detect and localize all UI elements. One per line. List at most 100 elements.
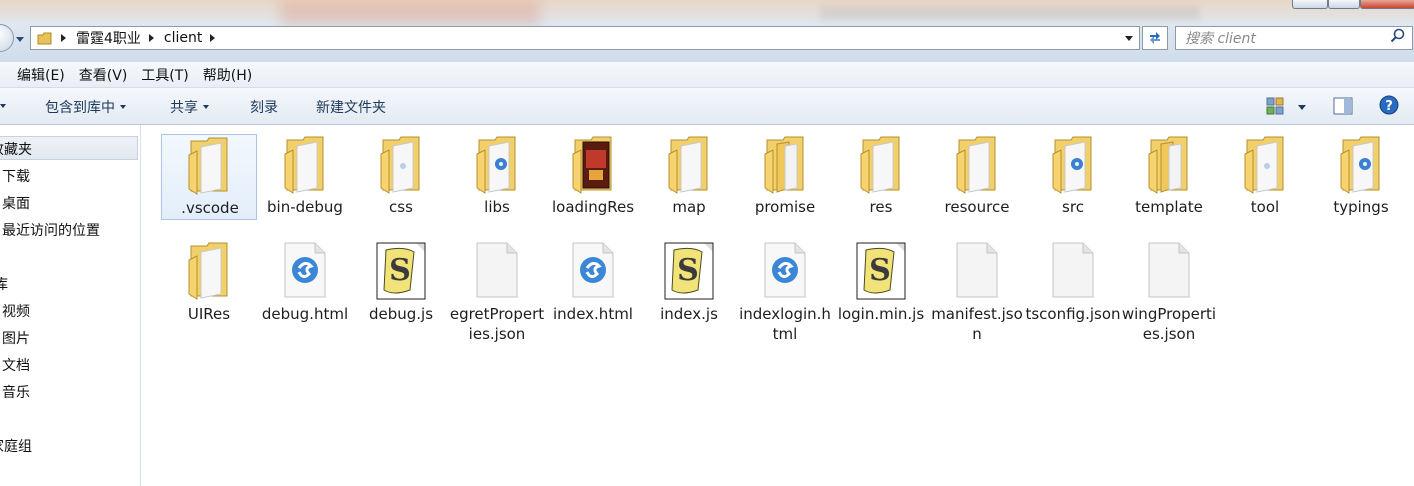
file-item[interactable]: egretProperties.json: [449, 242, 545, 343]
file-name-label: resource: [944, 198, 1010, 216]
file-item[interactable]: manifest.json: [929, 242, 1025, 343]
file-item[interactable]: index.html: [545, 242, 641, 342]
minimize-button[interactable]: [1292, 0, 1328, 9]
file-item[interactable]: S index.js: [641, 242, 737, 342]
file-name-label: map: [672, 198, 706, 216]
file-name-label: promise: [754, 198, 816, 216]
file-item[interactable]: S login.min.js: [833, 242, 929, 342]
folder-item[interactable]: .vscode: [161, 134, 257, 220]
folder-item[interactable]: libs: [449, 134, 545, 220]
file-name-label: tool: [1250, 198, 1280, 216]
html-file-icon: [570, 242, 616, 302]
menu-view[interactable]: 查看(V): [79, 65, 128, 85]
maximize-button[interactable]: [1328, 0, 1360, 9]
burn-button[interactable]: 刻录: [250, 97, 278, 117]
nav-item-recent-places[interactable]: 最近访问的位置: [2, 220, 100, 240]
folder-icon: [37, 31, 53, 45]
folder-item[interactable]: UIRes: [161, 242, 257, 342]
preview-pane-icon[interactable]: [1333, 96, 1353, 120]
file-name-label: tsconfig.json: [1025, 305, 1121, 323]
file-name-label: template: [1135, 198, 1203, 216]
file-name-label: libs: [484, 198, 510, 216]
folder-icon: [1147, 136, 1191, 198]
folder-icon: [859, 136, 903, 198]
file-item[interactable]: indexlogin.html: [737, 242, 833, 343]
file-name-label: index.html: [553, 305, 633, 323]
folder-item[interactable]: tool: [1217, 134, 1313, 220]
file-name-label: index.js: [660, 305, 718, 323]
folder-item[interactable]: template: [1121, 134, 1217, 220]
nav-item-libraries[interactable]: 库: [0, 274, 8, 294]
search-icon[interactable]: [1390, 28, 1406, 48]
breadcrumb-item[interactable]: client: [164, 30, 202, 46]
search-box[interactable]: 搜索 client: [1175, 26, 1413, 50]
file-name-label: res: [869, 198, 893, 216]
nav-item-desktop[interactable]: 桌面: [2, 193, 30, 213]
breadcrumb-separator-icon[interactable]: [148, 34, 154, 42]
include-in-library-button[interactable]: 包含到库中: [45, 97, 126, 117]
folder-item[interactable]: res: [833, 134, 929, 220]
share-label: 共享: [170, 100, 198, 116]
folder-item[interactable]: loadingRes: [545, 134, 641, 220]
background-decoration: [820, 6, 1200, 20]
svg-text:?: ?: [1385, 99, 1393, 114]
folder-item[interactable]: map: [641, 134, 737, 220]
nav-item-favorites[interactable]: 收藏夹: [0, 139, 32, 159]
help-icon[interactable]: ?: [1379, 95, 1399, 119]
menu-help[interactable]: 帮助(H): [203, 65, 252, 85]
navigation-pane: 收藏夹 下载 桌面 最近访问的位置 库 视频 图片 文档 音乐 家庭组: [0, 125, 141, 486]
menu-tools[interactable]: 工具(T): [141, 65, 188, 85]
folder-icon: [283, 136, 327, 198]
organize-caret-icon[interactable]: [0, 104, 6, 108]
new-folder-button[interactable]: 新建文件夹: [316, 97, 386, 117]
folder-item[interactable]: css: [353, 134, 449, 220]
close-button[interactable]: [1360, 0, 1414, 9]
breadcrumb-item[interactable]: 雷霆4职业: [76, 28, 141, 48]
nav-item-videos[interactable]: 视频: [2, 301, 30, 321]
nav-item-documents[interactable]: 文档: [2, 355, 30, 375]
file-icon: [474, 242, 520, 302]
file-item[interactable]: wingProperties.json: [1121, 242, 1217, 343]
address-history-dropdown-icon[interactable]: [1125, 36, 1133, 41]
file-item[interactable]: debug.html: [257, 242, 353, 342]
search-input[interactable]: 搜索 client: [1185, 28, 1390, 48]
share-button[interactable]: 共享: [170, 97, 209, 117]
window-title-bar: 雷霆4职业 client 搜索 client: [0, 0, 1414, 62]
nav-item-music[interactable]: 音乐: [2, 382, 30, 402]
script-file-icon: S: [376, 242, 426, 304]
file-name-label: src: [1062, 198, 1084, 216]
change-view-icon[interactable]: [1266, 97, 1284, 119]
file-item[interactable]: S debug.js: [353, 242, 449, 342]
file-name-label: indexlogin.html: [739, 305, 831, 343]
file-item[interactable]: tsconfig.json: [1025, 242, 1121, 342]
folder-item[interactable]: promise: [737, 134, 833, 220]
file-icon: [1146, 242, 1192, 302]
chevron-down-icon: [203, 105, 209, 109]
file-name-label: login.min.js: [837, 305, 925, 323]
nav-item-downloads[interactable]: 下载: [2, 166, 30, 186]
folder-item[interactable]: bin-debug: [257, 134, 353, 220]
folder-item[interactable]: resource: [929, 134, 1025, 220]
folder-item[interactable]: typings: [1313, 134, 1409, 220]
folder-icon: [1051, 136, 1095, 198]
folder-icon: [571, 136, 615, 198]
folder-icon: [1339, 136, 1383, 198]
folder-icon: [763, 136, 807, 198]
breadcrumb-separator-icon[interactable]: [210, 34, 216, 42]
nav-item-homegroup[interactable]: 家庭组: [0, 436, 32, 456]
menu-edit[interactable]: 编辑(E): [17, 65, 65, 85]
folder-icon: [379, 136, 423, 198]
html-file-icon: [282, 242, 328, 302]
back-button[interactable]: [0, 24, 14, 52]
folder-icon: [475, 136, 519, 198]
html-file-icon: [762, 242, 808, 302]
refresh-button[interactable]: [1142, 26, 1168, 50]
nav-item-pictures[interactable]: 图片: [2, 328, 30, 348]
breadcrumb-separator-icon[interactable]: [61, 34, 66, 42]
file-icon: [954, 242, 1000, 302]
address-bar[interactable]: 雷霆4职业 client: [30, 26, 1140, 50]
view-options-chevron-down-icon[interactable]: [1298, 105, 1306, 110]
recent-pages-dropdown-icon[interactable]: [16, 37, 24, 42]
include-in-library-label: 包含到库中: [45, 100, 115, 116]
folder-item[interactable]: src: [1025, 134, 1121, 220]
